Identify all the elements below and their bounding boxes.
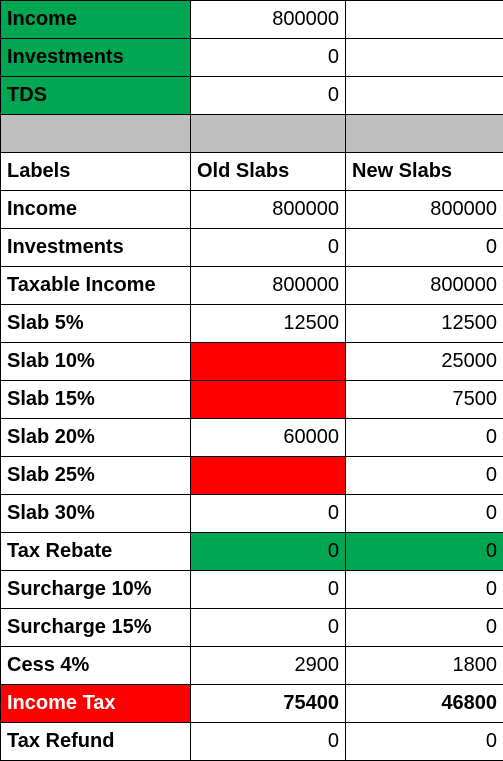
tax-table: Income 800000 Investments 0 TDS 0 Labels… xyxy=(0,0,503,761)
cell-new: 0 xyxy=(346,457,503,495)
header-row: Labels Old Slabs New Slabs xyxy=(1,153,503,191)
cell-old: 800000 xyxy=(191,191,346,229)
row-investments: Investments 0 0 xyxy=(1,229,503,267)
row-slab-15: Slab 15% 7500 xyxy=(1,381,503,419)
cell-old: 60000 xyxy=(191,419,346,457)
cell-old: 2900 xyxy=(191,647,346,685)
cell-old: 0 xyxy=(191,609,346,647)
cell-label: Income xyxy=(1,191,191,229)
cell-label: Income Tax xyxy=(1,685,191,723)
row-taxable-income: Taxable Income 800000 800000 xyxy=(1,267,503,305)
input-investments-value: 0 xyxy=(191,39,346,77)
separator-cell xyxy=(191,115,346,153)
cell-new: 7500 xyxy=(346,381,503,419)
cell-label: Cess 4% xyxy=(1,647,191,685)
cell-new: 800000 xyxy=(346,267,503,305)
row-slab-30: Slab 30% 0 0 xyxy=(1,495,503,533)
separator-cell xyxy=(346,115,503,153)
cell-label: Surcharge 10% xyxy=(1,571,191,609)
cell-old: 0 xyxy=(191,533,346,571)
input-tds-label: TDS xyxy=(1,77,191,115)
cell-new: 25000 xyxy=(346,343,503,381)
cell-label: Tax Refund xyxy=(1,723,191,761)
cell-label: Slab 5% xyxy=(1,305,191,343)
cell-label: Tax Rebate xyxy=(1,533,191,571)
row-slab-25: Slab 25% 0 xyxy=(1,457,503,495)
row-slab-10: Slab 10% 25000 xyxy=(1,343,503,381)
row-surcharge-15: Surcharge 15% 0 0 xyxy=(1,609,503,647)
cell-old: 0 xyxy=(191,723,346,761)
header-old: Old Slabs xyxy=(191,153,346,191)
cell-label: Slab 10% xyxy=(1,343,191,381)
cell-old xyxy=(191,457,346,495)
cell-old: 0 xyxy=(191,571,346,609)
input-income-value: 800000 xyxy=(191,1,346,39)
cell-label: Slab 15% xyxy=(1,381,191,419)
input-row-income: Income 800000 xyxy=(1,1,503,39)
row-tax-rebate: Tax Rebate 0 0 xyxy=(1,533,503,571)
input-row-tds: TDS 0 xyxy=(1,77,503,115)
separator-row xyxy=(1,115,503,153)
cell-new: 1800 xyxy=(346,647,503,685)
cell-label: Investments xyxy=(1,229,191,267)
cell-new: 0 xyxy=(346,571,503,609)
row-income-tax: Income Tax 75400 46800 xyxy=(1,685,503,723)
cell-new: 0 xyxy=(346,609,503,647)
cell-label: Slab 30% xyxy=(1,495,191,533)
cell-new: 0 xyxy=(346,419,503,457)
cell-new: 0 xyxy=(346,723,503,761)
input-tds-blank xyxy=(346,77,503,115)
input-income-blank xyxy=(346,1,503,39)
row-slab-5: Slab 5% 12500 12500 xyxy=(1,305,503,343)
cell-new: 0 xyxy=(346,495,503,533)
row-cess-4: Cess 4% 2900 1800 xyxy=(1,647,503,685)
cell-old: 75400 xyxy=(191,685,346,723)
cell-new: 0 xyxy=(346,229,503,267)
cell-new: 12500 xyxy=(346,305,503,343)
row-tax-refund: Tax Refund 0 0 xyxy=(1,723,503,761)
cell-label: Slab 20% xyxy=(1,419,191,457)
cell-old: 0 xyxy=(191,229,346,267)
input-income-label: Income xyxy=(1,1,191,39)
cell-old: 12500 xyxy=(191,305,346,343)
cell-old: 0 xyxy=(191,495,346,533)
row-surcharge-10: Surcharge 10% 0 0 xyxy=(1,571,503,609)
input-tds-value: 0 xyxy=(191,77,346,115)
cell-new: 46800 xyxy=(346,685,503,723)
cell-old: 800000 xyxy=(191,267,346,305)
input-investments-blank xyxy=(346,39,503,77)
cell-label: Slab 25% xyxy=(1,457,191,495)
cell-label: Surcharge 15% xyxy=(1,609,191,647)
row-slab-20: Slab 20% 60000 0 xyxy=(1,419,503,457)
cell-old xyxy=(191,381,346,419)
cell-new: 800000 xyxy=(346,191,503,229)
header-labels: Labels xyxy=(1,153,191,191)
cell-label: Taxable Income xyxy=(1,267,191,305)
cell-new: 0 xyxy=(346,533,503,571)
row-income: Income 800000 800000 xyxy=(1,191,503,229)
separator-cell xyxy=(1,115,191,153)
header-new: New Slabs xyxy=(346,153,503,191)
input-row-investments: Investments 0 xyxy=(1,39,503,77)
cell-old xyxy=(191,343,346,381)
input-investments-label: Investments xyxy=(1,39,191,77)
